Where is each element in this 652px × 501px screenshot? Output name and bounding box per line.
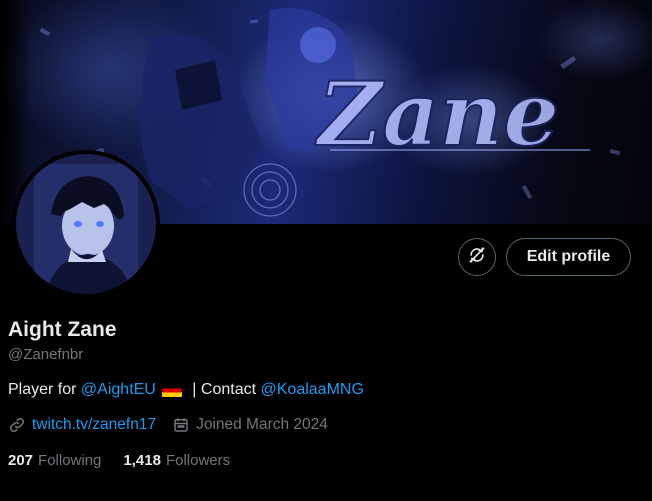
- profile-bio: Player for @AightEU | Contact @KoalaaMNG: [8, 381, 364, 399]
- following-link[interactable]: 207 Following: [8, 452, 101, 469]
- followers-link[interactable]: 1,418 Followers: [123, 452, 230, 469]
- team-mention-link[interactable]: @AightEU: [81, 381, 156, 399]
- contact-mention-link[interactable]: @KoalaaMNG: [261, 381, 364, 399]
- germany-flag-icon: [161, 383, 182, 397]
- unlinked-accounts-button[interactable]: [458, 238, 496, 276]
- display-name: Aight Zane: [8, 318, 117, 341]
- edit-profile-button[interactable]: Edit profile: [506, 238, 631, 276]
- link-icon: [8, 416, 26, 434]
- retweet-slash-icon: [467, 245, 487, 270]
- user-handle: @Zanefnbr: [8, 346, 84, 363]
- calendar-icon: [172, 416, 190, 434]
- join-date: Joined March 2024: [196, 416, 328, 433]
- bio-contact-text: | Contact: [187, 381, 261, 398]
- bio-prefix: Player for: [8, 381, 81, 398]
- following-count: 207: [8, 452, 34, 469]
- avatar[interactable]: [12, 150, 160, 298]
- follow-stats: 207 Following 1,418 Followers: [8, 452, 230, 469]
- website-link[interactable]: twitch.tv/zanefn17: [32, 416, 156, 434]
- profile-meta: twitch.tv/zanefn17 Joined March 2024: [8, 416, 328, 434]
- followers-count: 1,418: [123, 452, 161, 469]
- followers-label: Followers: [165, 452, 231, 469]
- following-label: Following: [38, 452, 102, 469]
- avatar-image: [16, 154, 156, 294]
